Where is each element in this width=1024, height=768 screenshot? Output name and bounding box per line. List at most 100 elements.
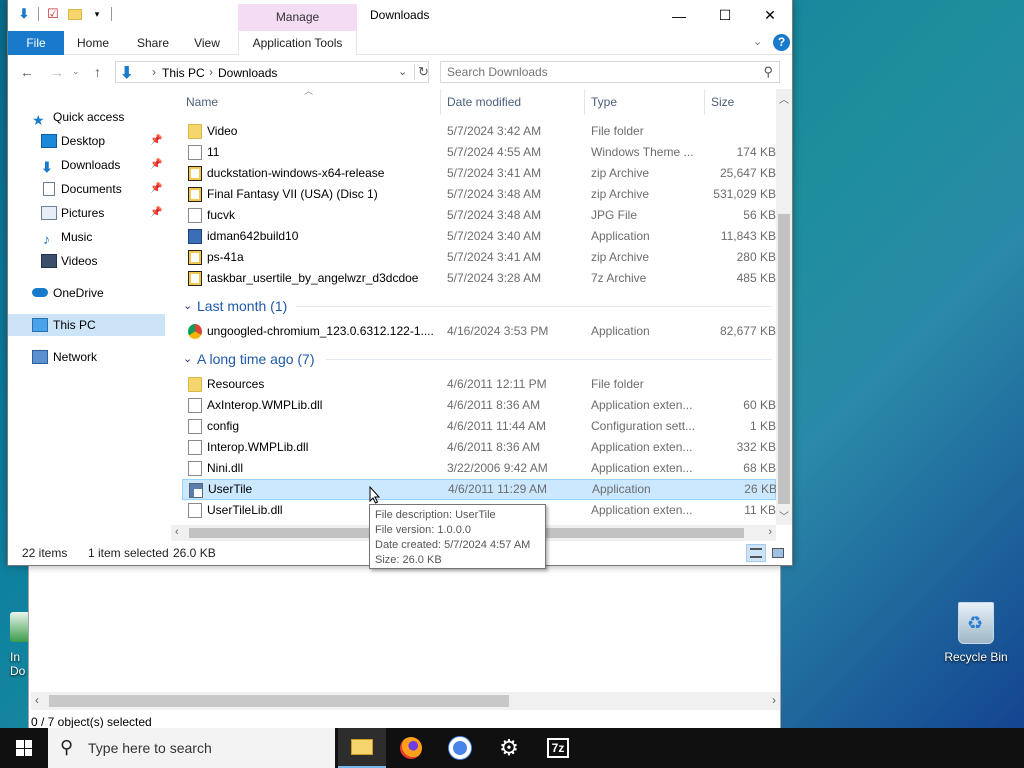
minimize-button[interactable]: — [656, 0, 702, 31]
search-input[interactable] [441, 62, 741, 82]
start-button[interactable] [0, 728, 48, 768]
scroll-thumb[interactable] [778, 214, 790, 504]
column-header-type[interactable]: Type [585, 89, 705, 115]
column-header-size[interactable]: Size [705, 89, 776, 115]
file-date: 5/7/2024 3:42 AM [447, 124, 542, 138]
file-row[interactable]: duckstation-windows-x64-release 5/7/2024 … [182, 163, 776, 184]
nav-item-this-pc[interactable]: This PC [8, 314, 165, 336]
nav-item-downloads[interactable]: ⬇ Downloads 📌 [8, 154, 165, 176]
group-label: A long time ago (7) [197, 351, 315, 367]
file-row[interactable]: idman642build10 5/7/2024 3:40 AM Applicati… [182, 226, 776, 247]
pin-icon[interactable]: 📌 [150, 130, 162, 152]
customize-toolbar-icon[interactable]: ▾ [89, 6, 105, 22]
breadcrumb-downloads[interactable]: Downloads [218, 66, 277, 80]
file-row[interactable]: config 4/6/2011 11:44 AM Configuration set… [182, 416, 776, 437]
file-name: config [207, 419, 240, 433]
new-folder-icon[interactable] [67, 6, 83, 22]
file-row[interactable]: Final Fantasy VII (USA) (Disc 1) 5/7/2024… [182, 184, 776, 205]
scroll-right-icon[interactable]: › [768, 526, 772, 538]
breadcrumb-separator[interactable]: › [209, 65, 213, 79]
tab-application-tools[interactable]: Application Tools [238, 31, 357, 55]
taskbar-firefox[interactable] [387, 728, 435, 768]
pin-icon[interactable]: 📌 [150, 154, 162, 176]
taskbar-file-explorer[interactable] [338, 728, 386, 768]
nav-item-quick-access[interactable]: ★ Quick access [8, 106, 165, 128]
quick-access-toolbar: ⬇ ☑ ▾ [16, 6, 112, 22]
file-name: ungoogled-chromium_123.0.6312.122-1.... [207, 324, 434, 338]
taskbar-7zip[interactable]: 7z [534, 728, 582, 768]
explorer-window[interactable]: ⬇ ☑ ▾ Manage Downloads — ☐ ✕ File Home S… [7, 0, 793, 566]
breadcrumb-separator[interactable]: › [152, 65, 156, 79]
chevron-down-icon[interactable]: ⌄ [183, 294, 192, 318]
taskbar-settings[interactable]: ⚙ [485, 728, 533, 768]
forward-arrow-icon[interactable]: → [50, 64, 64, 80]
pin-icon[interactable]: 📌 [150, 178, 162, 200]
title-bar[interactable]: ⬇ ☑ ▾ Manage Downloads — ☐ ✕ [8, 0, 792, 31]
download-arrow-icon[interactable]: ⬇ [16, 6, 32, 22]
recent-locations-icon[interactable]: ⌄ [72, 66, 80, 77]
file-name: duckstation-windows-x64-release [207, 166, 385, 180]
file-row-selected[interactable]: UserTile 4/6/2011 11:29 AM Application 26 K… [182, 479, 777, 500]
nav-item-network[interactable]: Network [8, 346, 165, 368]
background-window[interactable]: ‹ › 0 / 7 object(s) selected [28, 560, 781, 730]
expand-ribbon-icon[interactable]: ⌄ [753, 35, 762, 48]
recycle-bin[interactable]: Recycle Bin [940, 602, 1012, 664]
file-row[interactable]: ps-41a 5/7/2024 3:41 AM zip Archive 280 KB [182, 247, 776, 268]
scroll-left-icon[interactable]: ‹ [35, 693, 39, 707]
column-header-date[interactable]: Date modified [441, 89, 585, 115]
chevron-down-icon[interactable]: ⌄ [183, 347, 192, 371]
nav-item-pictures[interactable]: Pictures 📌 [8, 202, 165, 224]
scroll-down-icon[interactable]: ﹀ [779, 508, 789, 523]
file-row[interactable]: ungoogled-chromium_123.0.6312.122-1.... 4… [182, 321, 776, 342]
tab-home[interactable]: Home [72, 31, 114, 55]
tab-view[interactable]: View [190, 31, 224, 55]
group-divider [326, 359, 772, 360]
taskbar-search-box[interactable]: ⚲ Type here to search [48, 728, 335, 768]
gear-icon: ⚙ [499, 735, 519, 760]
address-history-dropdown-icon[interactable]: ⌄ [398, 65, 407, 78]
group-header-last-month[interactable]: ⌄ Last month (1) [176, 294, 776, 318]
scroll-left-icon[interactable]: ‹ [175, 526, 179, 538]
nav-item-onedrive[interactable]: OneDrive [8, 282, 165, 304]
scroll-up-icon[interactable]: ︿ [779, 91, 789, 106]
file-row[interactable]: Resources 4/6/2011 12:11 PM File folder [182, 374, 776, 395]
file-row[interactable]: Video 5/7/2024 3:42 AM File folder [182, 121, 776, 142]
properties-icon[interactable]: ☑ [45, 6, 61, 22]
file-row[interactable]: Interop.WMPLib.dll 4/6/2011 8:36 AM Applic… [182, 437, 776, 458]
file-row[interactable]: AxInterop.WMPLib.dll 4/6/2011 8:36 AM Appl… [182, 395, 776, 416]
taskbar-chromium[interactable] [436, 728, 484, 768]
file-row[interactable]: Nini.dll 3/22/2006 9:42 AM Application ext… [182, 458, 776, 479]
nav-item-videos[interactable]: Videos [8, 250, 165, 272]
pin-icon[interactable]: 📌 [150, 202, 162, 224]
refresh-icon[interactable]: ↻ [414, 64, 429, 80]
search-icon[interactable]: ⚲ [763, 64, 773, 80]
vertical-scrollbar[interactable]: ︿ ﹀ [776, 89, 792, 525]
file-row[interactable]: fucvk 5/7/2024 3:48 AM JPG File 56 KB [182, 205, 776, 226]
large-icons-view-icon[interactable] [768, 544, 788, 562]
file-row[interactable]: taskbar_usertile_by_angelwzr_d3dcdoe 5/7/… [182, 268, 776, 289]
group-header-long-ago[interactable]: ⌄ A long time ago (7) [176, 347, 776, 371]
address-bar[interactable]: ⬇ › This PC › Downloads ⌄ ↻ [115, 61, 429, 83]
details-view-icon[interactable] [746, 544, 766, 562]
help-icon[interactable]: ? [773, 34, 790, 51]
tab-share[interactable]: Share [132, 31, 174, 55]
app-icon [10, 612, 30, 642]
breadcrumb-this-pc[interactable]: This PC [162, 66, 205, 80]
file-list[interactable]: Video 5/7/2024 3:42 AM File folder 11 5/7/2… [176, 115, 778, 525]
maximize-button[interactable]: ☐ [702, 0, 748, 31]
background-horizontal-scrollbar[interactable]: ‹ › [31, 692, 780, 710]
pictures-icon [41, 206, 57, 220]
nav-item-documents[interactable]: Documents 📌 [8, 178, 165, 200]
scroll-right-icon[interactable]: › [772, 693, 776, 707]
tab-file[interactable]: File [8, 31, 64, 55]
file-row[interactable]: 11 5/7/2024 4:55 AM Windows Theme ... 174 K… [182, 142, 776, 163]
file-type: Application [592, 482, 651, 496]
up-arrow-icon[interactable]: ↑ [94, 64, 101, 80]
scroll-thumb[interactable] [49, 695, 509, 707]
search-box[interactable]: ⚲ [440, 61, 780, 83]
nav-item-music[interactable]: ♪ Music [8, 226, 165, 248]
file-size: 280 KB [736, 250, 776, 264]
back-arrow-icon[interactable]: ← [20, 64, 34, 80]
close-button[interactable]: ✕ [747, 0, 793, 31]
nav-item-desktop[interactable]: Desktop 📌 [8, 130, 165, 152]
